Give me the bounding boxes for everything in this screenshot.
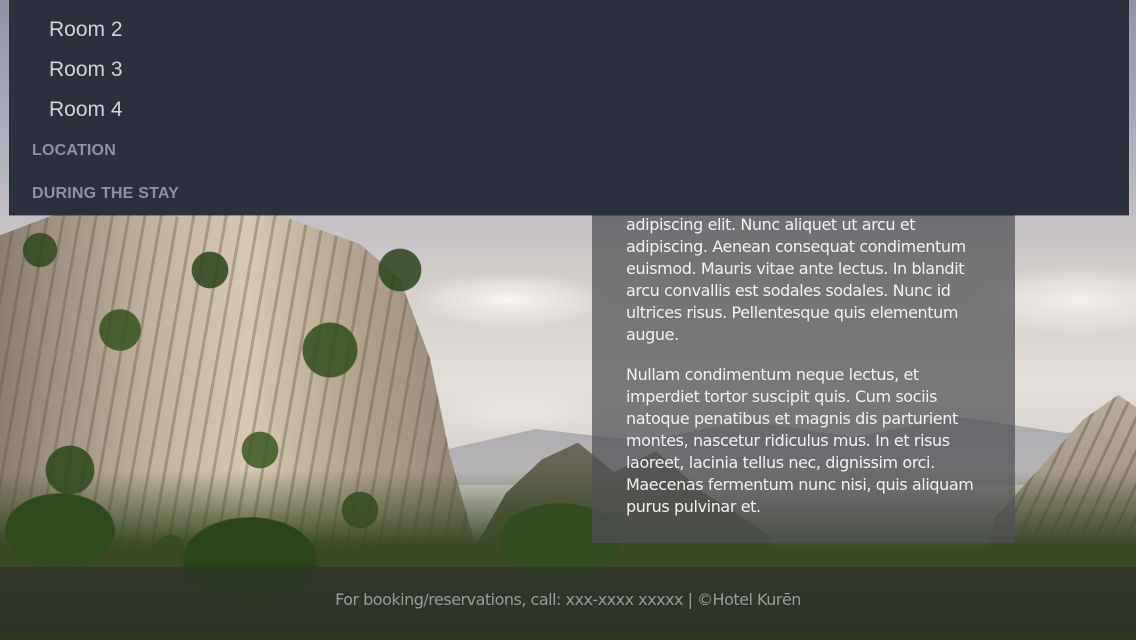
- nav-item-location[interactable]: LOCATION: [32, 142, 116, 160]
- footer-booking-text: For booking/reservations, call: xxx-xxxx…: [335, 590, 801, 609]
- content-paragraph-2: Nullam condimentum neque lectus, et impe…: [626, 365, 974, 516]
- nav-item-room-2[interactable]: Room 2: [49, 18, 123, 42]
- content-paragraph-1: adipiscing elit. Nunc aliquet ut arcu et…: [626, 215, 966, 344]
- nav-item-room-3[interactable]: Room 3: [49, 58, 123, 82]
- footer: For booking/reservations, call: xxx-xxxx…: [0, 567, 1136, 633]
- nav-item-during-the-stay[interactable]: DURING THE STAY: [32, 185, 179, 203]
- navigation-menu: Room 2 Room 3 Room 4 LOCATION DURING THE…: [9, 0, 1129, 215]
- nav-item-room-4[interactable]: Room 4: [49, 98, 123, 122]
